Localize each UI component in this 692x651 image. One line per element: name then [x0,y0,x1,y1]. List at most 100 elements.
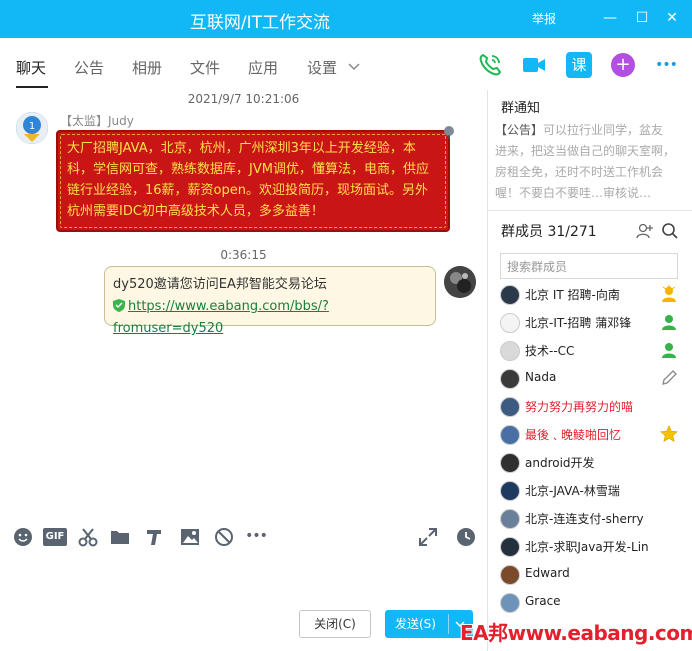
scissors-icon[interactable] [77,526,99,548]
admin-icon [662,343,676,358]
bubble-decoration-icon [444,126,454,139]
search-icon[interactable] [661,222,679,240]
image-icon[interactable] [179,526,201,548]
members-count: 群成员 31/271 [501,224,597,240]
edit-icon [662,370,677,385]
message-bubble[interactable]: 大厂招聘JAVA，北京，杭州，广州深圳3年以上开发经验，本科，学信网可查，熟练数… [56,130,450,232]
member-name: 技术--CC [525,344,575,358]
notice-tag: 【公告】 [495,123,544,137]
member-avatar [500,285,520,305]
chat-history: 2021/9/7 10:21:06 1 【太监】Judy 大厂招聘JAVA，北京… [0,90,487,520]
minimize-button[interactable]: — [600,8,620,28]
active-tab-indicator [16,86,48,88]
own-avatar-image-icon [444,266,476,298]
member-item[interactable]: 北京-IT-招聘 蒲邓锋 [488,309,688,337]
maximize-button[interactable]: ☐ [632,8,652,28]
member-item[interactable]: 北京-连连支付-sherry [488,505,688,533]
video-icon[interactable] [521,52,547,78]
member-avatar [500,565,520,585]
message-bubble[interactable]: dy520邀请您访问EA邦智能交易论坛 https://www.eabang.c… [104,266,436,336]
member-item[interactable]: Nada [488,365,688,393]
send-divider [448,614,449,634]
member-item[interactable]: 北京-求职Java开发-Lin [488,533,688,561]
music-icon[interactable] [143,526,165,548]
chevron-down-icon [348,63,360,71]
add-app-icon[interactable]: + [611,53,635,77]
member-avatar [500,425,520,445]
member-item[interactable]: 技术--CC [488,337,688,365]
tab-settings-label: 设置 [307,59,338,77]
member-item[interactable]: 北京-JAVA-林雪瑞 [488,477,688,505]
member-name: 最後﹑晚鲮啪回忆 [525,428,622,442]
avatar[interactable]: 1 [16,112,48,144]
input-toolbar: GIF ••• [0,522,487,552]
tab-files[interactable]: 文件 [190,57,220,78]
member-item[interactable]: Edward [488,561,688,589]
folder-icon[interactable] [109,526,131,548]
history-clock-icon[interactable] [455,526,477,548]
member-avatar [500,481,520,501]
owner-icon [662,285,676,302]
window-title: 互联网/IT工作交流 [189,13,331,33]
invite-link[interactable]: https://www.eabang.com/bbs/?fromuser=dy5… [113,299,329,336]
member-item[interactable]: 最後﹑晚鲮啪回忆 [488,421,688,449]
expand-icon[interactable] [417,526,439,548]
member-item[interactable]: 北京 IT 招聘-向南 [488,281,688,309]
member-avatar [500,397,520,417]
members-header: 群成员 31/271 [488,210,692,250]
member-avatar [500,369,520,389]
message-timestamp: 0:36:15 [220,248,267,262]
send-button-label: 发送(S) [395,617,436,631]
member-search-input[interactable]: 搜索群成员 [500,253,678,279]
invite-text: dy520邀请您访问EA邦智能交易论坛 [113,277,327,292]
member-avatar [500,341,520,361]
avatar[interactable] [444,266,476,298]
notice-body: 【公告】可以拉行业同学，盆友进来，把这当做自己的聊天室啊，房租全免，还时不时送工… [495,120,675,204]
tab-chat[interactable]: 聊天 [16,57,46,78]
more-tools-icon[interactable]: ••• [245,526,268,548]
member-name: 北京-连连支付-sherry [525,512,644,526]
member-name: 北京 IT 招聘-向南 [525,288,620,302]
member-item[interactable]: 努力努力再努力的喵 [488,393,688,421]
member-avatar [500,509,520,529]
member-name: Edward [525,566,570,580]
gif-icon[interactable]: GIF [43,528,67,546]
close-button[interactable]: 关闭(C) [299,610,371,638]
member-avatar [500,313,520,333]
emoji-icon[interactable] [12,526,34,548]
add-member-icon[interactable] [636,222,654,240]
admin-icon [662,315,676,330]
blocked-icon[interactable] [213,526,235,548]
tab-settings[interactable]: 设置 [307,57,360,78]
sender-avatar-badge-icon: 1 [16,112,48,144]
member-name: 北京-JAVA-林雪瑞 [525,484,620,498]
member-name: Grace [525,594,561,608]
phone-icon[interactable] [477,52,503,78]
member-avatar [500,593,520,613]
star-icon [660,425,678,443]
report-link[interactable]: 举报 [532,10,556,27]
member-avatar [500,453,520,473]
watermark: EA邦www.eabang.com [460,621,692,645]
tab-apps[interactable]: 应用 [248,57,278,78]
lesson-icon[interactable]: 课 [566,52,592,78]
member-name: 努力努力再努力的喵 [525,400,634,414]
member-avatar [500,537,520,557]
tab-bar: 聊天 公告 相册 文件 应用 设置 课 + ••• [0,38,692,90]
close-window-button[interactable]: ✕ [662,8,682,28]
group-notice[interactable]: 群通知 【公告】可以拉行业同学，盆友进来，把这当做自己的聊天室啊，房租全免，还时… [488,90,692,210]
member-item[interactable]: Grace [488,589,688,617]
member-name: 北京-IT-招聘 蒲邓锋 [525,316,632,330]
message-input[interactable] [0,552,487,606]
more-icon[interactable]: ••• [653,52,679,78]
tab-announcement[interactable]: 公告 [74,57,104,78]
message-timestamp: 2021/9/7 10:21:06 [187,92,300,106]
shield-icon [113,299,125,312]
notice-heading: 群通知 [501,101,541,116]
member-name: 北京-求职Java开发-Lin [525,540,649,554]
member-name: android开发 [525,456,595,470]
tab-album[interactable]: 相册 [132,57,162,78]
member-item[interactable]: android开发 [488,449,688,477]
svg-text:1: 1 [29,121,35,132]
member-name: Nada [525,370,557,384]
